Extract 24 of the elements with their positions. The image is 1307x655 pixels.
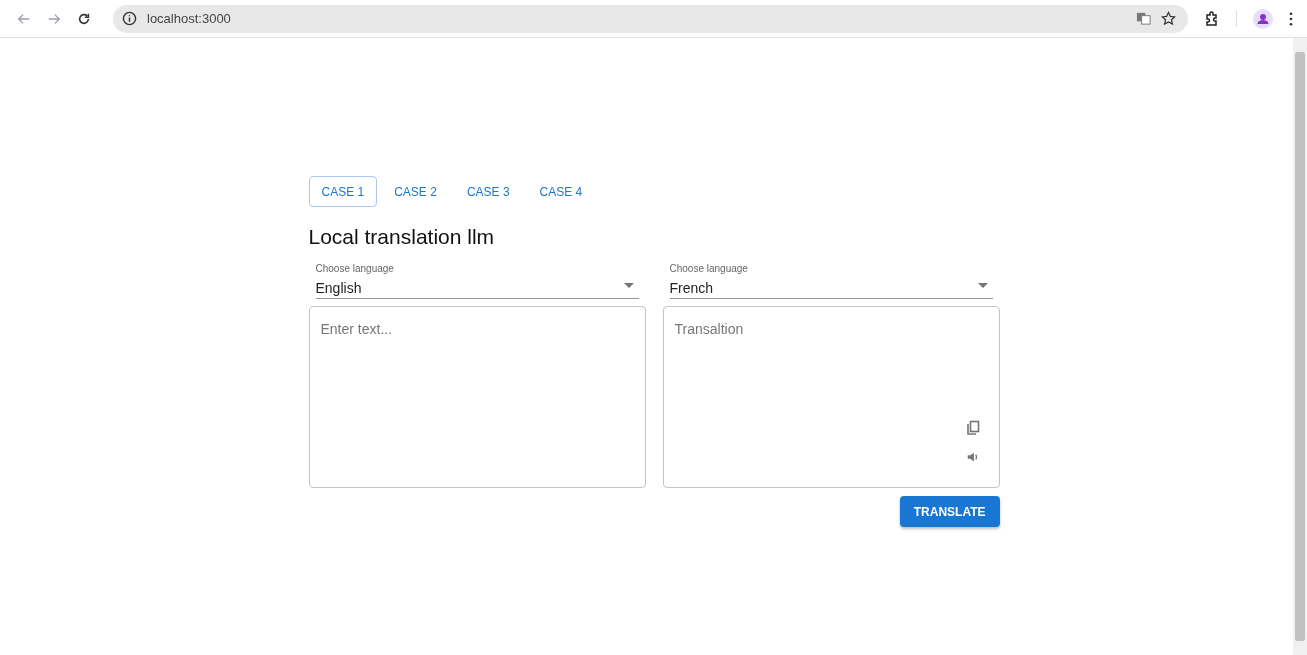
translate-page-icon[interactable] (1136, 11, 1151, 26)
translation-text-area[interactable]: Transaltion (662, 306, 1000, 488)
language-select[interactable]: Choose language English (315, 261, 639, 299)
star-icon[interactable] (1161, 11, 1176, 26)
profile-icon[interactable] (1253, 8, 1273, 29)
more-icon[interactable] (1289, 11, 1293, 26)
case-tab[interactable]: CASE 1 (308, 176, 378, 207)
address-bar[interactable]: localhost:3000 (113, 4, 1188, 33)
case-tab[interactable]: CASE 3 (453, 176, 523, 207)
case-tab[interactable]: CASE 4 (526, 176, 596, 207)
url-text: localhost:3000 (147, 11, 231, 26)
case-tab[interactable]: CASE 2 (381, 176, 450, 207)
page-heading: Local translation llm (308, 225, 496, 249)
caret-icon (977, 283, 988, 288)
reload-icon[interactable] (77, 11, 91, 26)
source-text-area[interactable]: Enter text... (308, 306, 646, 488)
copy-icon[interactable] (964, 420, 981, 436)
language-select[interactable]: Choose language French (669, 261, 993, 299)
speaker-icon[interactable] (965, 450, 980, 464)
puzzle-icon[interactable] (1204, 10, 1220, 27)
translate-button[interactable]: TRANSLATE (899, 496, 1000, 527)
scrollbar[interactable] (1293, 38, 1307, 655)
info-icon[interactable] (122, 11, 137, 26)
caret-icon (623, 283, 634, 288)
